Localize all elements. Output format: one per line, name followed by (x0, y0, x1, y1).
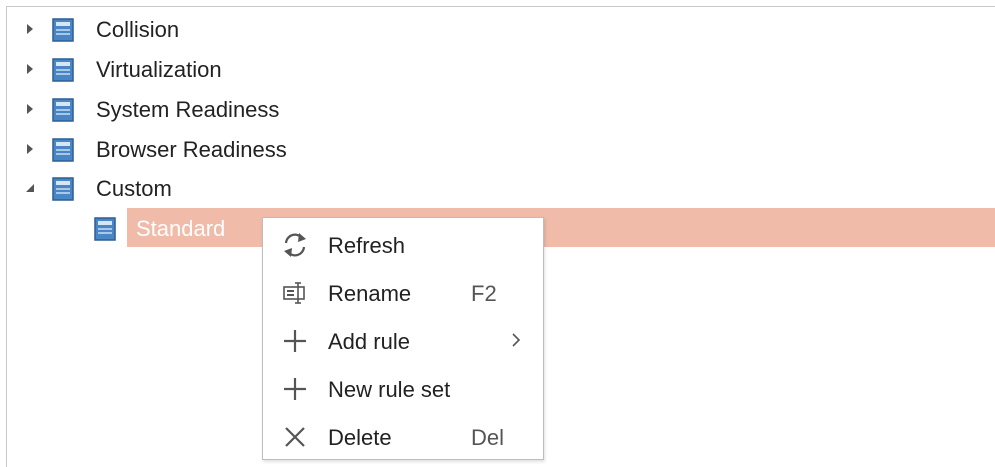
plus-icon (279, 375, 311, 403)
rule-set-icon (52, 98, 74, 122)
context-menu: Refresh Rename F2 Add rule New rule set … (262, 217, 544, 460)
menu-item-label: Add rule (328, 329, 410, 354)
menu-item-label: Rename (328, 281, 412, 306)
submenu-chevron-icon (509, 331, 523, 349)
plus-icon (279, 327, 311, 355)
menu-item-label: Delete (328, 425, 392, 450)
rename-icon (279, 279, 311, 307)
expand-arrow-icon[interactable] (24, 22, 36, 36)
rule-set-icon (52, 177, 74, 201)
collapse-arrow-icon[interactable] (24, 181, 36, 195)
delete-icon (279, 423, 311, 451)
tree-item-collision[interactable]: Collision (0, 9, 995, 49)
menu-item-delete[interactable]: Delete Del (263, 413, 543, 461)
menu-item-label: Refresh (328, 233, 406, 258)
menu-item-add-rule[interactable]: Add rule (263, 317, 543, 365)
shortcut-label: Del (471, 425, 505, 450)
expand-arrow-icon[interactable] (24, 102, 36, 116)
tree-item-browser-readiness[interactable]: Browser Readiness (0, 129, 995, 169)
tree-item-system-readiness[interactable]: System Readiness (0, 89, 995, 129)
tree-item-label: Browser Readiness (96, 137, 287, 162)
expand-arrow-icon[interactable] (24, 142, 36, 156)
expand-arrow-icon[interactable] (24, 62, 36, 76)
tree-item-label: Collision (96, 17, 180, 42)
rule-set-icon (52, 18, 74, 42)
shortcut-label: F2 (471, 281, 497, 306)
tree-item-custom[interactable]: Custom (0, 168, 995, 208)
refresh-icon (279, 231, 311, 259)
menu-item-refresh[interactable]: Refresh (263, 221, 543, 269)
menu-item-new-rule-set[interactable]: New rule set (263, 365, 543, 413)
menu-item-rename[interactable]: Rename F2 (263, 269, 543, 317)
rule-set-icon (52, 58, 74, 82)
rule-set-icon (52, 138, 74, 162)
tree-item-label: System Readiness (96, 97, 280, 122)
tree-item-label: Standard (136, 216, 226, 241)
tree-item-virtualization[interactable]: Virtualization (0, 49, 995, 89)
menu-item-label: New rule set (328, 377, 451, 402)
rule-set-icon (94, 217, 116, 241)
tree-item-label: Custom (96, 176, 172, 201)
tree-item-label: Virtualization (96, 57, 222, 82)
